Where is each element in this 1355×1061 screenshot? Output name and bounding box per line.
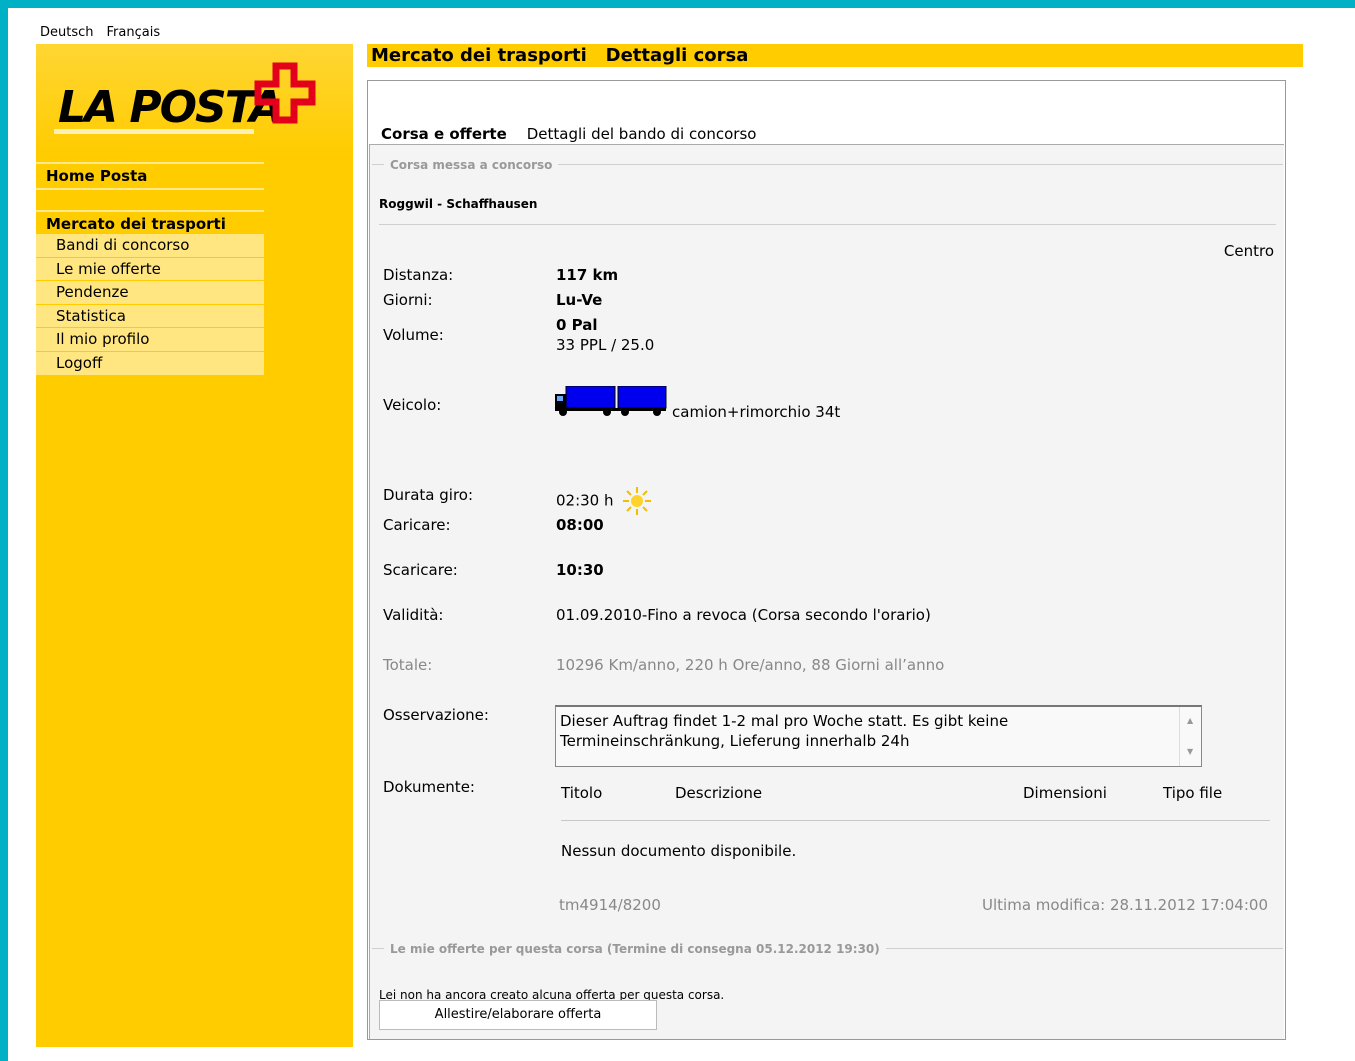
route-name: Roggwil - Schaffhausen (379, 197, 538, 211)
sidebar: LA POSTA Home Posta Mercato dei trasport… (36, 44, 353, 1047)
load-value: 08:00 (556, 516, 604, 534)
scroll-down-icon[interactable]: ▼ (1187, 742, 1193, 762)
doc-col-size: Dimensioni (1023, 784, 1107, 802)
language-switcher: Deutsch Français (40, 25, 160, 40)
remark-label: Osservazione: (383, 706, 489, 724)
nav-home-posta[interactable]: Home Posta (36, 162, 264, 190)
tab-trip-offers[interactable]: Corsa e offerte (381, 125, 507, 143)
duration-text: 02:30 h (556, 491, 614, 510)
nav-item-tenders[interactable]: Bandi di concorso (36, 234, 264, 258)
remark-textarea[interactable]: Dieser Auftrag findet 1-2 mal pro Woche … (555, 705, 1202, 767)
volume-pal-value: 0 Pal (556, 316, 598, 334)
nav-item-my-offers[interactable]: Le mie offerte (36, 257, 264, 282)
duration-value: 02:30 h (556, 486, 652, 516)
vehicle-label: Veicolo: (383, 396, 442, 414)
lang-fr-link[interactable]: Français (107, 25, 161, 40)
doc-col-description: Descrizione (675, 784, 763, 802)
total-value: 10296 Km/anno, 220 h Ore/anno, 88 Giorni… (556, 656, 945, 674)
documents-label: Dokumente: (383, 778, 475, 796)
remark-text: Dieser Auftrag findet 1-2 mal pro Woche … (560, 712, 1009, 750)
volume-label: Volume: (383, 326, 444, 344)
fieldset-legend-trip: Corsa messa a concorso (384, 158, 559, 172)
last-modified: Ultima modifica: 28.11.2012 17:04:00 (982, 896, 1268, 914)
tab-bar: Corsa e offerte Dettagli del bando di co… (381, 125, 756, 143)
trip-id: tm4914/8200 (559, 896, 661, 914)
trip-content: Corsa messa a concorso Roggwil - Schaffh… (369, 144, 1284, 1039)
unload-label: Scaricare: (383, 561, 458, 579)
no-documents-text: Nessun documento disponibile. (561, 842, 797, 860)
vehicle-value: camion+rimorchio 34t (672, 403, 841, 421)
volume-ppl-value: 33 PPL / 25.0 (556, 336, 655, 354)
lang-de-link[interactable]: Deutsch (40, 25, 94, 40)
nav-list: Bandi di concorso Le mie offerte Pendenz… (36, 234, 264, 376)
svg-text:LA POSTA: LA POSTA (58, 82, 281, 133)
nav-item-logoff[interactable]: Logoff (36, 351, 264, 376)
create-offer-button[interactable]: Allestire/elaborare offerta (379, 1000, 657, 1030)
remark-scrollbar[interactable]: ▲ ▼ (1179, 707, 1201, 766)
nav-item-statistics[interactable]: Statistica (36, 304, 264, 329)
validity-value: 01.09.2010-Fino a revoca (Corsa secondo … (556, 606, 931, 624)
nav-section-transport-market[interactable]: Mercato dei trasporti (36, 210, 264, 236)
sun-icon (623, 487, 652, 515)
tab-tender-details[interactable]: Dettagli del bando di concorso (527, 125, 757, 143)
window-frame-top (0, 0, 1355, 8)
truck-trailer-icon (555, 386, 667, 416)
distance-value: 117 km (556, 266, 619, 284)
scroll-up-icon[interactable]: ▲ (1187, 711, 1193, 731)
window-frame-left (0, 0, 8, 1061)
duration-label: Durata giro: (383, 486, 474, 504)
region-label: Centro (1223, 242, 1274, 260)
doc-col-filetype: Tipo file (1163, 784, 1223, 802)
distance-label: Distanza: (383, 266, 454, 284)
nav-item-profile[interactable]: Il mio profilo (36, 328, 264, 352)
la-posta-logo[interactable]: LA POSTA (54, 62, 334, 142)
validity-label: Validità: (383, 606, 444, 624)
days-label: Giorni: (383, 291, 433, 309)
total-label: Totale: (383, 656, 433, 674)
unload-value: 10:30 (556, 561, 604, 579)
load-label: Caricare: (383, 516, 451, 534)
route-divider (379, 224, 1276, 225)
doc-col-title: Titolo (561, 784, 603, 802)
page-title: Mercato dei trasporti Dettagli corsa (367, 44, 1303, 67)
logo-area: LA POSTA (36, 44, 353, 154)
doc-header-divider (561, 820, 1270, 821)
fieldset-legend-offers: Le mie offerte per questa corsa (Termine… (384, 942, 886, 956)
days-value: Lu-Ve (556, 291, 603, 309)
nav-item-pending[interactable]: Pendenze (36, 281, 264, 305)
details-panel: Corsa e offerte Dettagli del bando di co… (367, 80, 1286, 1040)
